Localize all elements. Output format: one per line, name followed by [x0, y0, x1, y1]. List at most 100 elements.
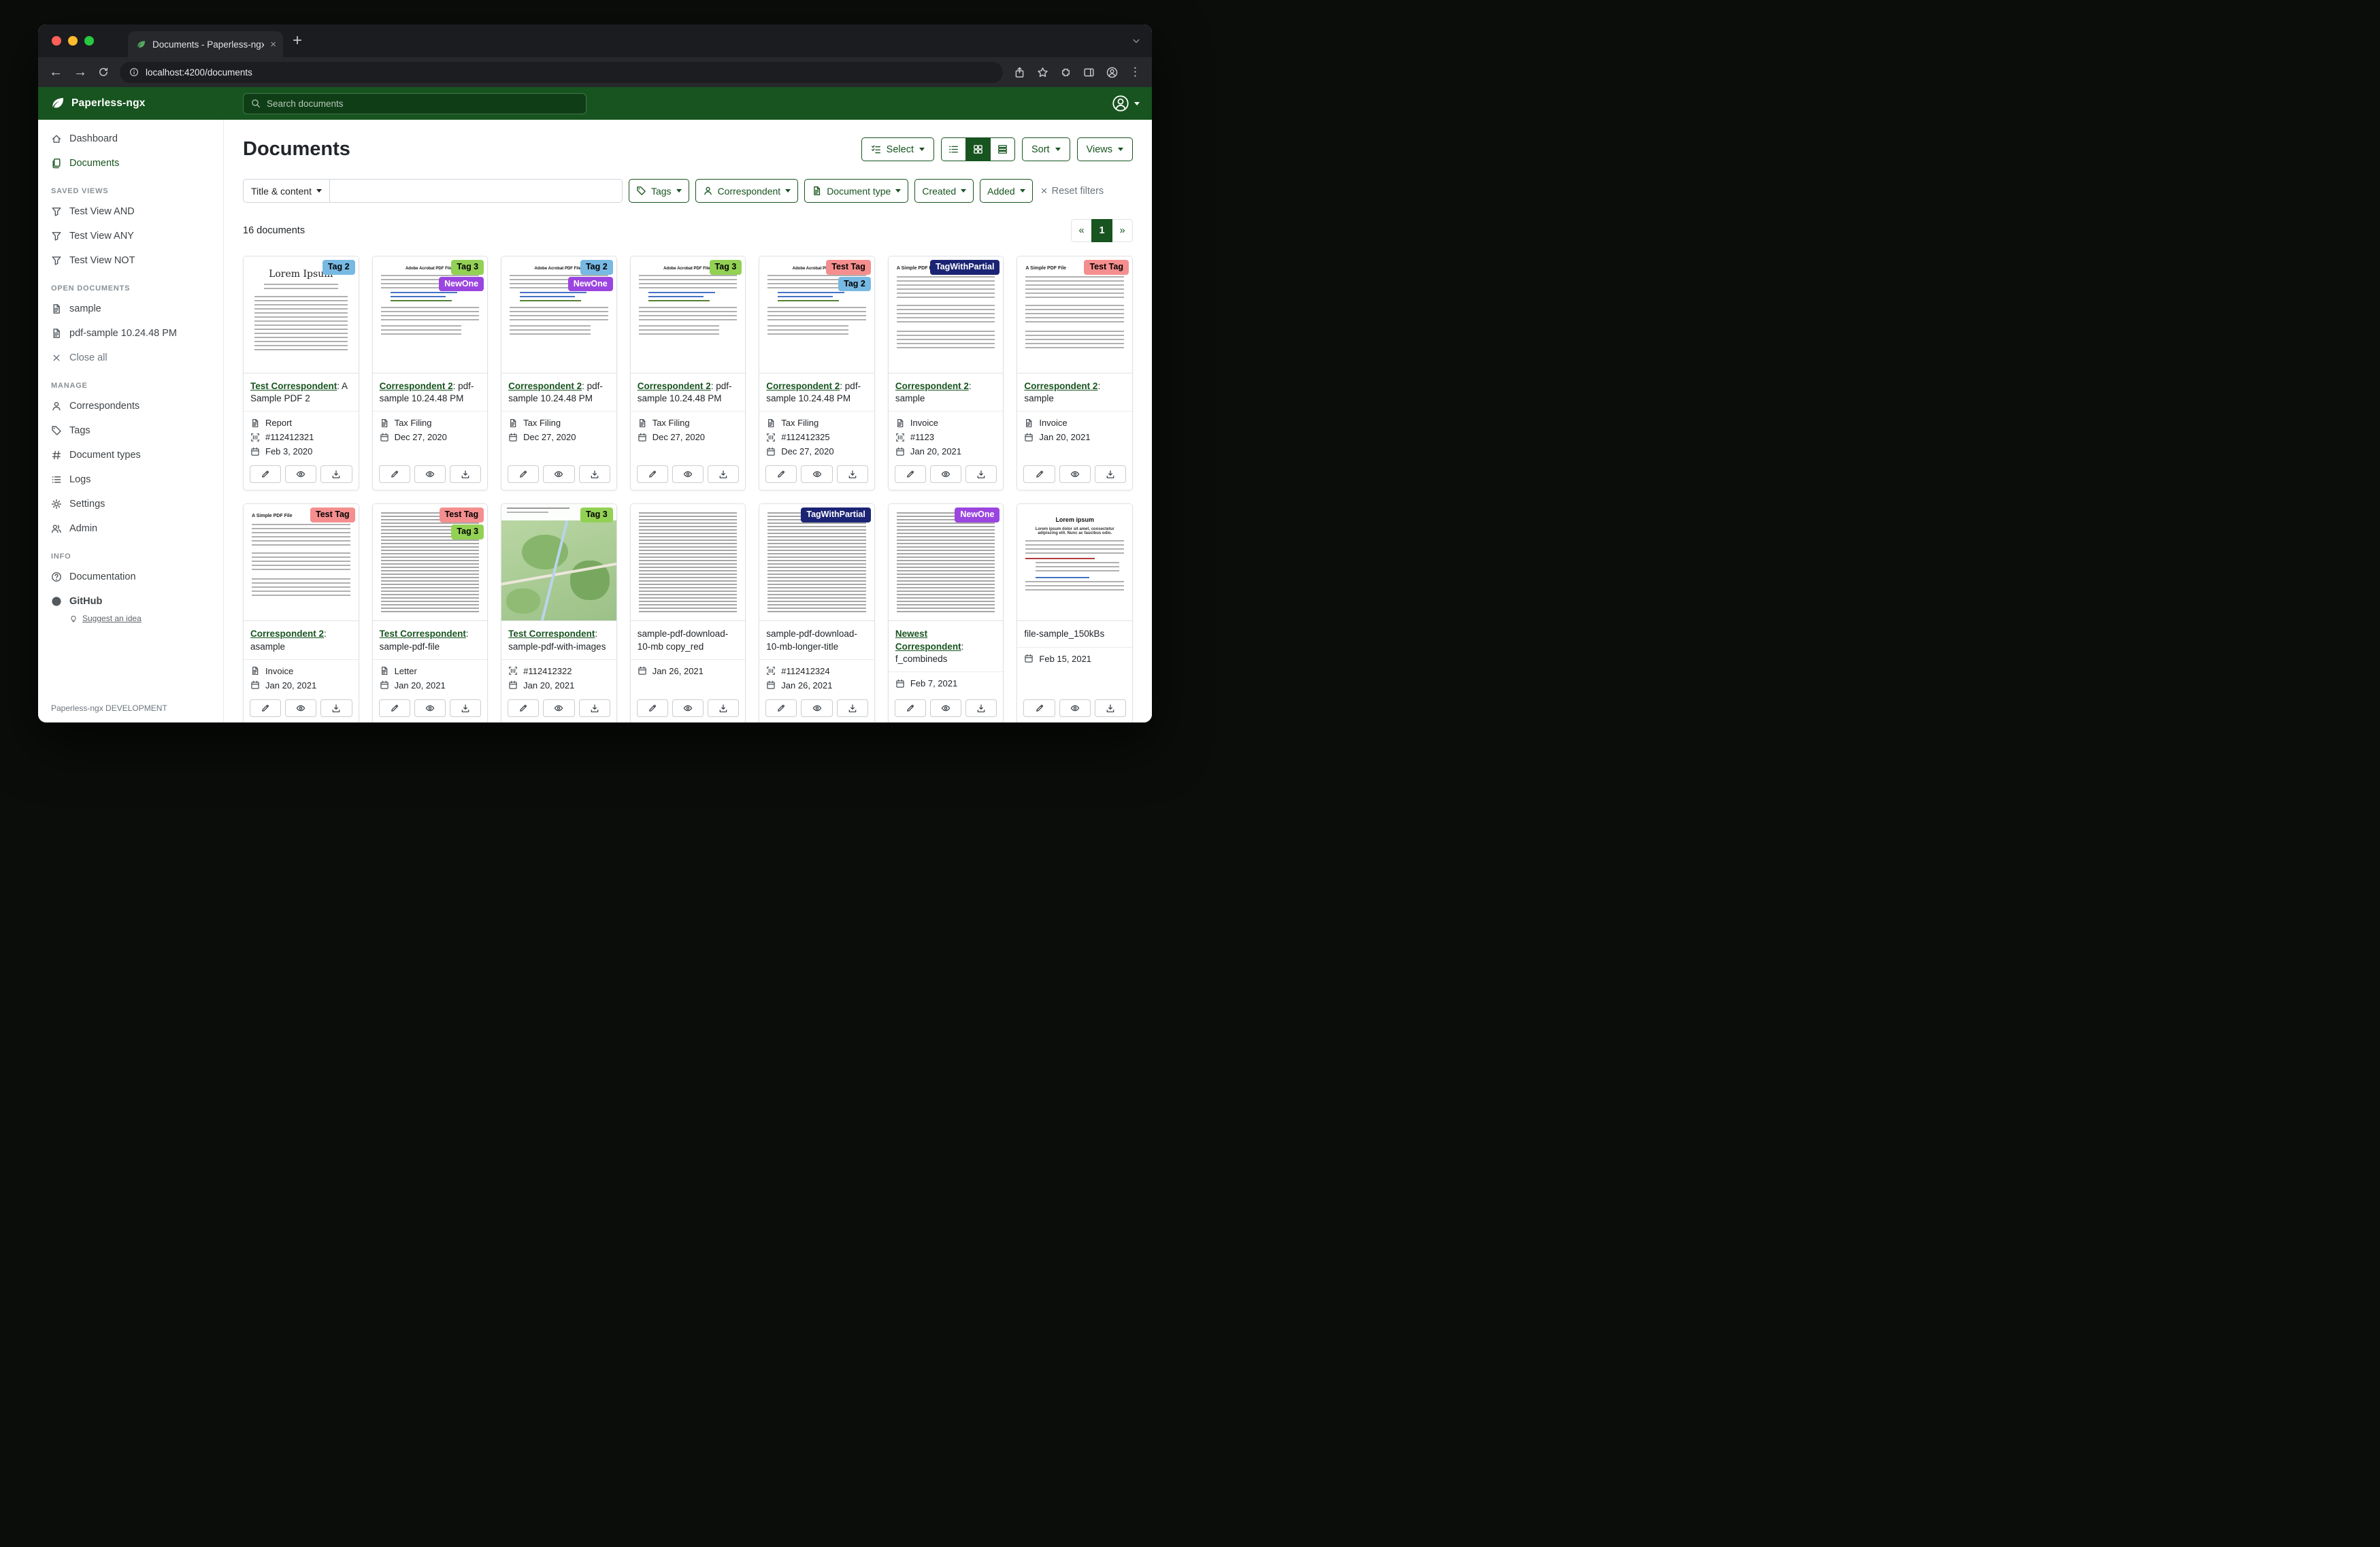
edit-button[interactable] [1023, 699, 1055, 717]
download-button[interactable] [837, 465, 868, 483]
download-button[interactable] [320, 465, 352, 483]
next-page-button[interactable]: » [1112, 219, 1133, 242]
side-panel-icon[interactable] [1083, 67, 1095, 78]
download-button[interactable] [579, 465, 610, 483]
download-button[interactable] [579, 699, 610, 717]
preview-button[interactable] [414, 699, 446, 717]
sidebar-item-settings[interactable]: Settings [38, 492, 223, 516]
document-thumbnail[interactable]: Lorem ipsum Lorem ipsum dolor sit amet, … [1017, 504, 1132, 621]
download-button[interactable] [1095, 699, 1126, 717]
back-button[interactable]: ← [49, 65, 63, 79]
preview-button[interactable] [285, 465, 316, 483]
tag-badge[interactable]: Test Tag [826, 260, 871, 275]
document-title[interactable]: Test Correspondent: A Sample PDF 2 [250, 380, 352, 405]
preview-button[interactable] [801, 465, 832, 483]
sidebar-item-suggest-an-idea[interactable]: Suggest an idea [38, 614, 223, 626]
edit-button[interactable] [637, 465, 668, 483]
sidebar-item-correspondents[interactable]: Correspondents [38, 394, 223, 418]
document-correspondent-link[interactable]: Correspondent 2 [380, 381, 453, 391]
document-correspondent-link[interactable]: Test Correspondent [380, 629, 466, 639]
document-card[interactable]: Tag 3 Test Correspondent: sample-pdf-wit… [501, 503, 617, 722]
sidebar-item-test-view-any[interactable]: Test View ANY [38, 224, 223, 248]
document-title[interactable]: file-sample_150kBs [1024, 628, 1125, 640]
global-search[interactable] [243, 93, 586, 114]
bookmark-star-icon[interactable] [1037, 67, 1048, 78]
tag-badge[interactable]: Tag 3 [451, 525, 484, 539]
tag-badge[interactable]: Tag 3 [451, 260, 484, 275]
document-title[interactable]: Correspondent 2: sample [895, 380, 997, 405]
edit-button[interactable] [508, 699, 539, 717]
download-button[interactable] [708, 465, 739, 483]
document-title[interactable]: Correspondent 2: pdf-sample 10.24.48 PM [638, 380, 739, 405]
sidebar-item-admin[interactable]: Admin [38, 516, 223, 541]
select-button[interactable]: Select [861, 137, 934, 161]
address-bar[interactable]: localhost:4200/documents [120, 62, 1003, 83]
tag-badge[interactable]: Tag 2 [580, 260, 613, 275]
filter-added-button[interactable]: Added [980, 179, 1032, 203]
download-button[interactable] [450, 465, 481, 483]
document-title[interactable]: Newest Correspondent: f_combineds [895, 628, 997, 665]
close-window-button[interactable] [52, 36, 61, 46]
filter-created-button[interactable]: Created [914, 179, 974, 203]
edit-button[interactable] [895, 699, 926, 717]
edit-button[interactable] [637, 699, 668, 717]
document-card[interactable]: A Simple PDF File Test Tag Correspondent… [1017, 256, 1133, 490]
edit-button[interactable] [765, 465, 797, 483]
document-thumbnail[interactable]: Adobe Acrobat PDF Files Tag 3 [631, 256, 746, 373]
document-correspondent-link[interactable]: Test Correspondent [508, 629, 595, 639]
download-button[interactable] [320, 699, 352, 717]
edit-button[interactable] [250, 465, 281, 483]
document-title[interactable]: Test Correspondent: sample-pdf-file [380, 628, 481, 652]
search-input[interactable] [267, 99, 578, 109]
download-button[interactable] [1095, 465, 1126, 483]
extensions-icon[interactable] [1060, 67, 1072, 78]
document-title[interactable]: sample-pdf-download-10-mb-longer-title [766, 628, 867, 652]
preview-button[interactable] [801, 699, 832, 717]
document-thumbnail[interactable]: Test TagTag 3 [373, 504, 488, 621]
sidebar-item-document-types[interactable]: Document types [38, 443, 223, 467]
document-correspondent-link[interactable]: Correspondent 2 [895, 381, 969, 391]
download-button[interactable] [450, 699, 481, 717]
tag-badge[interactable]: Tag 3 [710, 260, 742, 275]
document-correspondent-link[interactable]: Test Correspondent [250, 381, 337, 391]
title-content-input[interactable] [330, 179, 623, 203]
previous-page-button[interactable]: « [1071, 219, 1092, 242]
site-info-icon[interactable] [129, 67, 139, 77]
sidebar-item-sample[interactable]: sample [38, 297, 223, 321]
document-thumbnail[interactable]: A Simple PDF File Test Tag [244, 504, 359, 621]
download-button[interactable] [965, 699, 997, 717]
tag-badge[interactable]: NewOne [439, 277, 484, 292]
document-title[interactable]: Correspondent 2: pdf-sample 10.24.48 PM [380, 380, 481, 405]
tag-badge[interactable]: TagWithPartial [801, 508, 870, 522]
document-card[interactable]: A Simple PDF File TagWithPartial Corresp… [888, 256, 1004, 490]
edit-button[interactable] [1023, 465, 1055, 483]
document-card[interactable]: Adobe Acrobat PDF Files Tag 3 Correspond… [630, 256, 746, 490]
preview-button[interactable] [1059, 699, 1091, 717]
document-correspondent-link[interactable]: Correspondent 2 [766, 381, 840, 391]
document-card[interactable]: Lorem ipsum Lorem ipsum dolor sit amet, … [1017, 503, 1133, 722]
sidebar-item-close-all[interactable]: Close all [38, 346, 223, 370]
sidebar-item-test-view-not[interactable]: Test View NOT [38, 248, 223, 273]
sidebar-item-logs[interactable]: Logs [38, 467, 223, 492]
preview-button[interactable] [930, 699, 961, 717]
filter-document-type-button[interactable]: Document type [804, 179, 908, 203]
filter-correspondent-button[interactable]: Correspondent [695, 179, 799, 203]
document-title[interactable]: Correspondent 2: pdf-sample 10.24.48 PM [508, 380, 610, 405]
document-thumbnail[interactable]: Tag 3 [501, 504, 616, 621]
sidebar-item-test-view-and[interactable]: Test View AND [38, 199, 223, 224]
document-title[interactable]: Correspondent 2: asample [250, 628, 352, 652]
sidebar-item-github[interactable]: GitHub [38, 589, 223, 614]
document-correspondent-link[interactable]: Newest Correspondent [895, 629, 961, 651]
share-icon[interactable] [1014, 67, 1025, 78]
tag-badge[interactable]: NewOne [955, 508, 999, 522]
download-button[interactable] [965, 465, 997, 483]
sort-button[interactable]: Sort [1022, 137, 1070, 161]
browser-profile-icon[interactable] [1106, 67, 1118, 78]
document-card[interactable]: TagWithPartial sample-pdf-download-10-mb… [759, 503, 875, 722]
document-card[interactable]: A Simple PDF File Test Tag Correspondent… [243, 503, 359, 722]
preview-button[interactable] [672, 699, 704, 717]
document-card[interactable]: Lorem Ipsum Tag 2 Test Correspondent: A … [243, 256, 359, 490]
edit-button[interactable] [379, 699, 410, 717]
tag-badge[interactable]: NewOne [568, 277, 613, 292]
browser-menu-icon[interactable]: ⋮ [1129, 65, 1141, 79]
